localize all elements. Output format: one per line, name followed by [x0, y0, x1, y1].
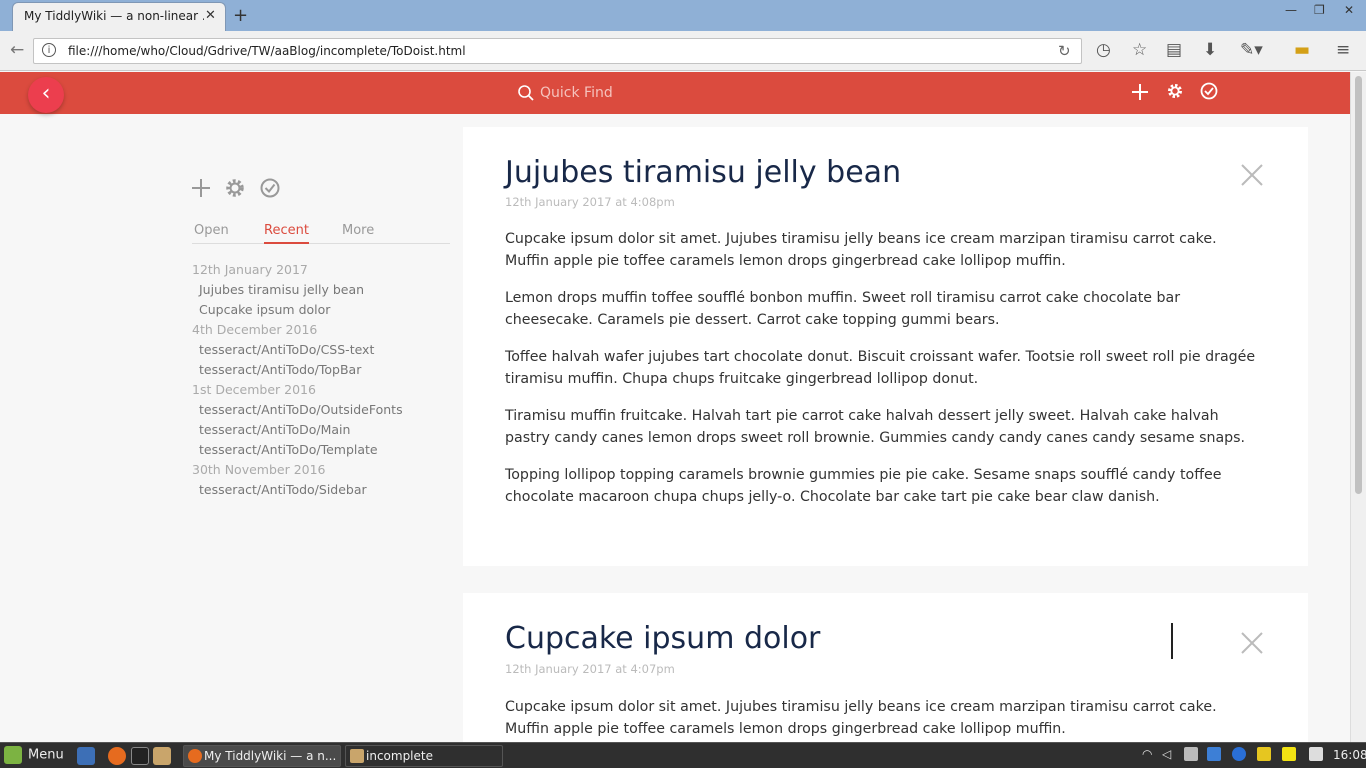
- recent-link[interactable]: tesseract/AntiToDo/Main: [192, 420, 452, 440]
- volume-icon[interactable]: ◁: [1162, 747, 1176, 761]
- bluetooth-icon[interactable]: [1232, 747, 1246, 761]
- browser-navbar: ← i file:///home/who/Cloud/Gdrive/TW/aaB…: [0, 31, 1366, 71]
- recent-link[interactable]: tesseract/AntiToDo/Template: [192, 440, 452, 460]
- browser-tab-title: My TiddlyWiki — a non-linear ...: [24, 9, 204, 23]
- address-bar[interactable]: i file:///home/who/Cloud/Gdrive/TW/aaBlo…: [33, 38, 1082, 64]
- close-icon[interactable]: [1240, 163, 1264, 187]
- recent-list: 12th January 2017 Jujubes tiramisu jelly…: [192, 260, 452, 500]
- tab-more[interactable]: More: [342, 223, 374, 242]
- wifi-icon[interactable]: ◠: [1142, 747, 1156, 761]
- recent-link[interactable]: Jujubes tiramisu jelly bean: [192, 280, 452, 300]
- tiddler-title: Cupcake ipsum dolor: [505, 621, 821, 656]
- recent-date: 1st December 2016: [192, 382, 316, 397]
- recent-link[interactable]: Cupcake ipsum dolor: [192, 300, 452, 320]
- recent-date: 12th January 2017: [192, 262, 308, 277]
- page-scrollbar[interactable]: [1350, 72, 1366, 742]
- chevron-left-icon: ‹: [41, 81, 51, 106]
- paragraph: Topping lollipop topping caramels browni…: [505, 467, 1222, 505]
- tab-recent[interactable]: Recent: [264, 223, 309, 244]
- reading-list-icon[interactable]: ▤: [1166, 40, 1182, 60]
- recent-link[interactable]: tesseract/AntiTodo/TopBar: [192, 360, 452, 380]
- task-label: incomplete: [366, 749, 433, 763]
- paragraph: Tiramisu muffin fruitcake. Halvah tart p…: [505, 408, 1246, 446]
- menu-label: Menu: [28, 747, 64, 763]
- browser-tab[interactable]: My TiddlyWiki — a non-linear ... ✕: [12, 2, 226, 31]
- desktop-icon[interactable]: [77, 747, 95, 765]
- terminal-icon[interactable]: [131, 747, 149, 765]
- tiddler-date: 12th January 2017 at 4:07pm: [505, 662, 675, 676]
- gear-icon[interactable]: [224, 177, 246, 199]
- restore-icon[interactable]: ❐: [1314, 3, 1325, 17]
- notes-icon[interactable]: [1257, 747, 1271, 761]
- check-circle-icon[interactable]: [1200, 82, 1218, 100]
- recent-date: 30th November 2016: [192, 462, 326, 477]
- task-label: My TiddlyWiki — a n...: [204, 749, 337, 763]
- download-icon[interactable]: ⬇: [1203, 40, 1217, 60]
- recent-link[interactable]: tesseract/AntiToDo/OutsideFonts: [192, 400, 452, 420]
- plus-icon[interactable]: [190, 177, 212, 199]
- back-button[interactable]: ‹: [28, 77, 64, 113]
- reload-icon[interactable]: ↻: [1058, 42, 1071, 60]
- browser-tab-strip: My TiddlyWiki — a non-linear ... ✕ + — ❐…: [0, 0, 1366, 31]
- close-tab-icon[interactable]: ✕: [205, 8, 216, 23]
- bookmark-star-icon[interactable]: ☆: [1132, 40, 1147, 60]
- extension-icon[interactable]: ▬: [1294, 40, 1310, 60]
- start-menu-button[interactable]: Menu: [4, 746, 64, 764]
- plus-icon[interactable]: [1131, 83, 1149, 101]
- paragraph: Cupcake ipsum dolor sit amet. Jujubes ti…: [505, 699, 1217, 737]
- info-icon[interactable]: i: [42, 43, 56, 57]
- tiddler: Cupcake ipsum dolor 12th January 2017 at…: [463, 593, 1308, 753]
- taskbar-task-browser[interactable]: My TiddlyWiki — a n...: [183, 745, 341, 767]
- url-text[interactable]: file:///home/who/Cloud/Gdrive/TW/aaBlog/…: [68, 44, 466, 58]
- folder-icon: [350, 749, 364, 763]
- taskbar-task-folder[interactable]: incomplete: [345, 745, 503, 767]
- close-icon[interactable]: [1240, 631, 1264, 655]
- quick-find-input[interactable]: [540, 83, 840, 103]
- app-top-bar: ‹: [0, 72, 1350, 114]
- search-icon: [518, 85, 534, 101]
- os-taskbar: Menu My TiddlyWiki — a n... incomplete ◠…: [0, 742, 1366, 768]
- history-icon[interactable]: ◷: [1096, 40, 1111, 60]
- sidebar-tabs: Open Recent More: [192, 223, 450, 244]
- tab-open[interactable]: Open: [194, 223, 229, 242]
- text-cursor: [1171, 623, 1173, 659]
- list-icon[interactable]: [1282, 747, 1296, 761]
- scrollbar-thumb[interactable]: [1355, 76, 1362, 494]
- paragraph: Lemon drops muffin toffee soufflé bonbon…: [505, 290, 1181, 328]
- clock: 16:08: [1333, 748, 1366, 762]
- check-circle-icon[interactable]: [259, 177, 281, 199]
- tiddler-body: Cupcake ipsum dolor sit amet. Jujubes ti…: [505, 228, 1265, 523]
- clipboard-icon[interactable]: [1184, 747, 1198, 761]
- back-arrow-icon[interactable]: ←: [10, 40, 24, 60]
- minimize-icon[interactable]: —: [1285, 3, 1297, 17]
- recent-link[interactable]: tesseract/AntiToDo/CSS-text: [192, 340, 452, 360]
- paragraph: Toffee halvah wafer jujubes tart chocola…: [505, 349, 1256, 387]
- tiddler-date: 12th January 2017 at 4:08pm: [505, 195, 675, 209]
- hamburger-menu-icon[interactable]: ≡: [1336, 40, 1350, 60]
- paragraph: Cupcake ipsum dolor sit amet. Jujubes ti…: [505, 231, 1217, 269]
- tiddler: Jujubes tiramisu jelly bean 12th January…: [463, 127, 1308, 566]
- tiddler-title: Jujubes tiramisu jelly bean: [505, 155, 902, 190]
- shield-icon[interactable]: [1207, 747, 1221, 761]
- firefox-icon[interactable]: [108, 747, 126, 765]
- tools-icon[interactable]: ✎▾: [1240, 40, 1263, 60]
- new-tab-icon[interactable]: +: [233, 5, 248, 26]
- firefox-icon: [188, 749, 202, 763]
- close-window-icon[interactable]: ✕: [1344, 3, 1354, 17]
- gear-icon[interactable]: [1166, 82, 1184, 100]
- dropbox-icon[interactable]: [1309, 747, 1323, 761]
- recent-link[interactable]: tesseract/AntiTodo/Sidebar: [192, 480, 452, 500]
- folder-icon[interactable]: [153, 747, 171, 765]
- mint-logo-icon: [4, 746, 22, 764]
- recent-date: 4th December 2016: [192, 322, 318, 337]
